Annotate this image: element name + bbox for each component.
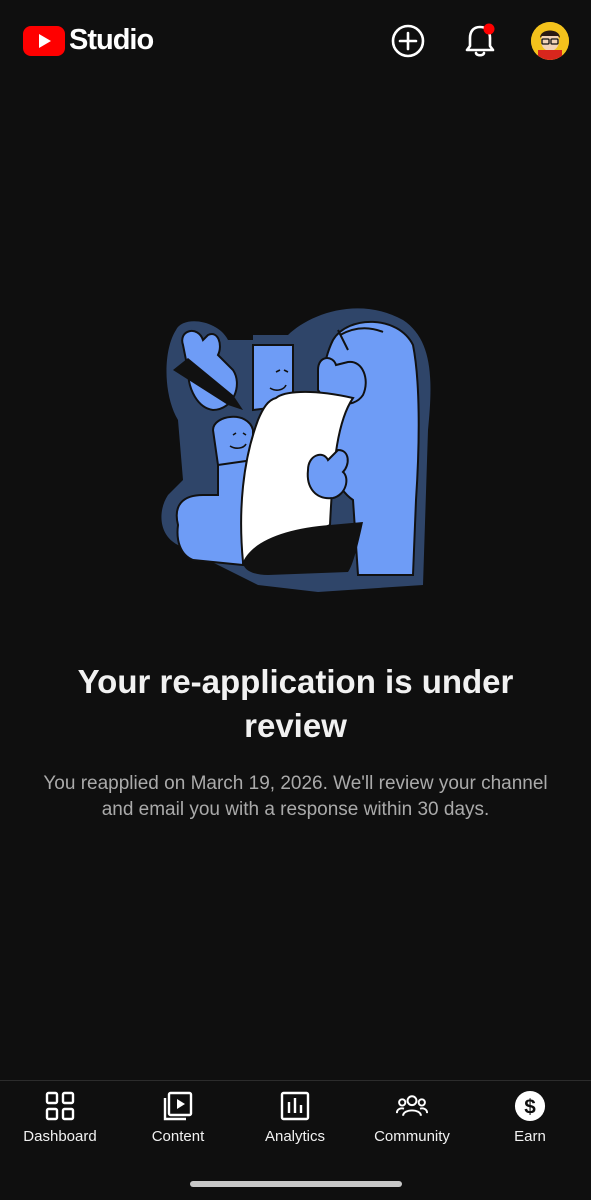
- nav-label-dashboard: Dashboard: [23, 1128, 97, 1145]
- nav-label-content: Content: [151, 1128, 205, 1145]
- studio-logo[interactable]: Studio: [23, 24, 154, 57]
- page-title: Your re-application is under review: [77, 663, 514, 744]
- nav-label-analytics: Analytics: [264, 1128, 326, 1145]
- notification-badge: [483, 23, 495, 35]
- community-icon: [396, 1095, 428, 1117]
- dashboard-icon: [45, 1091, 75, 1121]
- dollar-icon: $: [514, 1090, 546, 1122]
- account-avatar[interactable]: [531, 22, 569, 60]
- plus-circle-icon: [391, 24, 425, 58]
- channel-avatar: [531, 22, 569, 60]
- nav-item-community[interactable]: Community: [353, 1081, 471, 1161]
- nav-item-dashboard[interactable]: Dashboard: [1, 1081, 119, 1161]
- review-illustration: [161, 308, 431, 592]
- review-description: You reapplied on March 19, 2026. We'll r…: [43, 773, 548, 820]
- nav-label-earn: Earn: [514, 1128, 546, 1145]
- top-app-bar: Studio: [0, 0, 591, 82]
- nav-item-analytics[interactable]: Analytics: [236, 1081, 354, 1161]
- nav-item-content[interactable]: Content: [119, 1081, 237, 1161]
- youtube-play-icon: [23, 25, 65, 56]
- create-button[interactable]: [389, 22, 427, 60]
- logo-text: Studio: [69, 24, 154, 56]
- studio-screen: Studio Your re-application is under revi…: [0, 0, 591, 1200]
- home-indicator[interactable]: [190, 1181, 402, 1187]
- nav-item-earn[interactable]: $ Earn: [471, 1081, 589, 1161]
- analytics-icon: [280, 1091, 310, 1121]
- content-icon: [163, 1091, 193, 1121]
- nav-label-community: Community: [374, 1128, 450, 1145]
- notifications-button[interactable]: [461, 22, 499, 60]
- bell-icon: [465, 23, 495, 57]
- svg-text:$: $: [524, 1096, 536, 1119]
